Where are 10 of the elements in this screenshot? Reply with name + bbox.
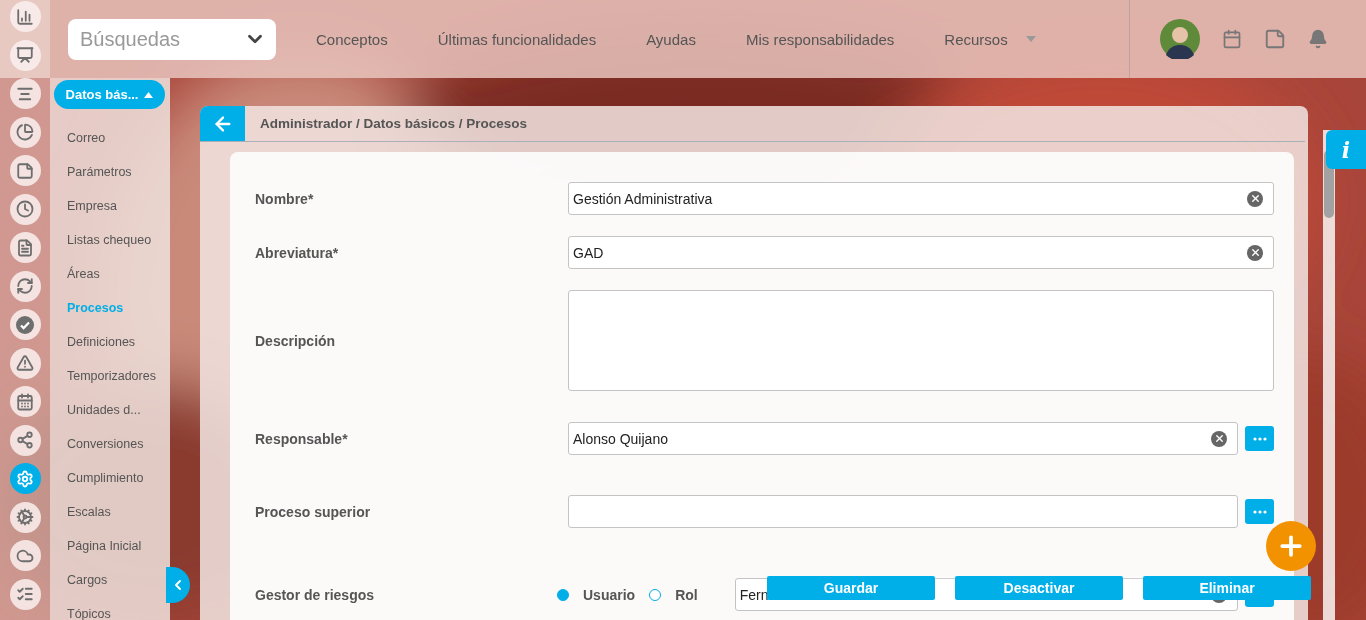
field-label: Proceso superior xyxy=(255,503,371,520)
field-label: Responsable* xyxy=(255,430,348,447)
field-value: Alonso Quijano xyxy=(573,430,668,447)
field-label: Abreviatura* xyxy=(255,244,339,261)
field-value: GAD xyxy=(573,244,604,261)
breadcrumb: Administrador / Datos básicos / Procesos xyxy=(260,116,528,131)
field-value: Gestión Administrativa xyxy=(573,190,713,207)
field-label: Nombre* xyxy=(255,190,314,207)
field-label: Descripción xyxy=(255,332,336,349)
field-label: Gestor de riesgos xyxy=(255,586,375,603)
